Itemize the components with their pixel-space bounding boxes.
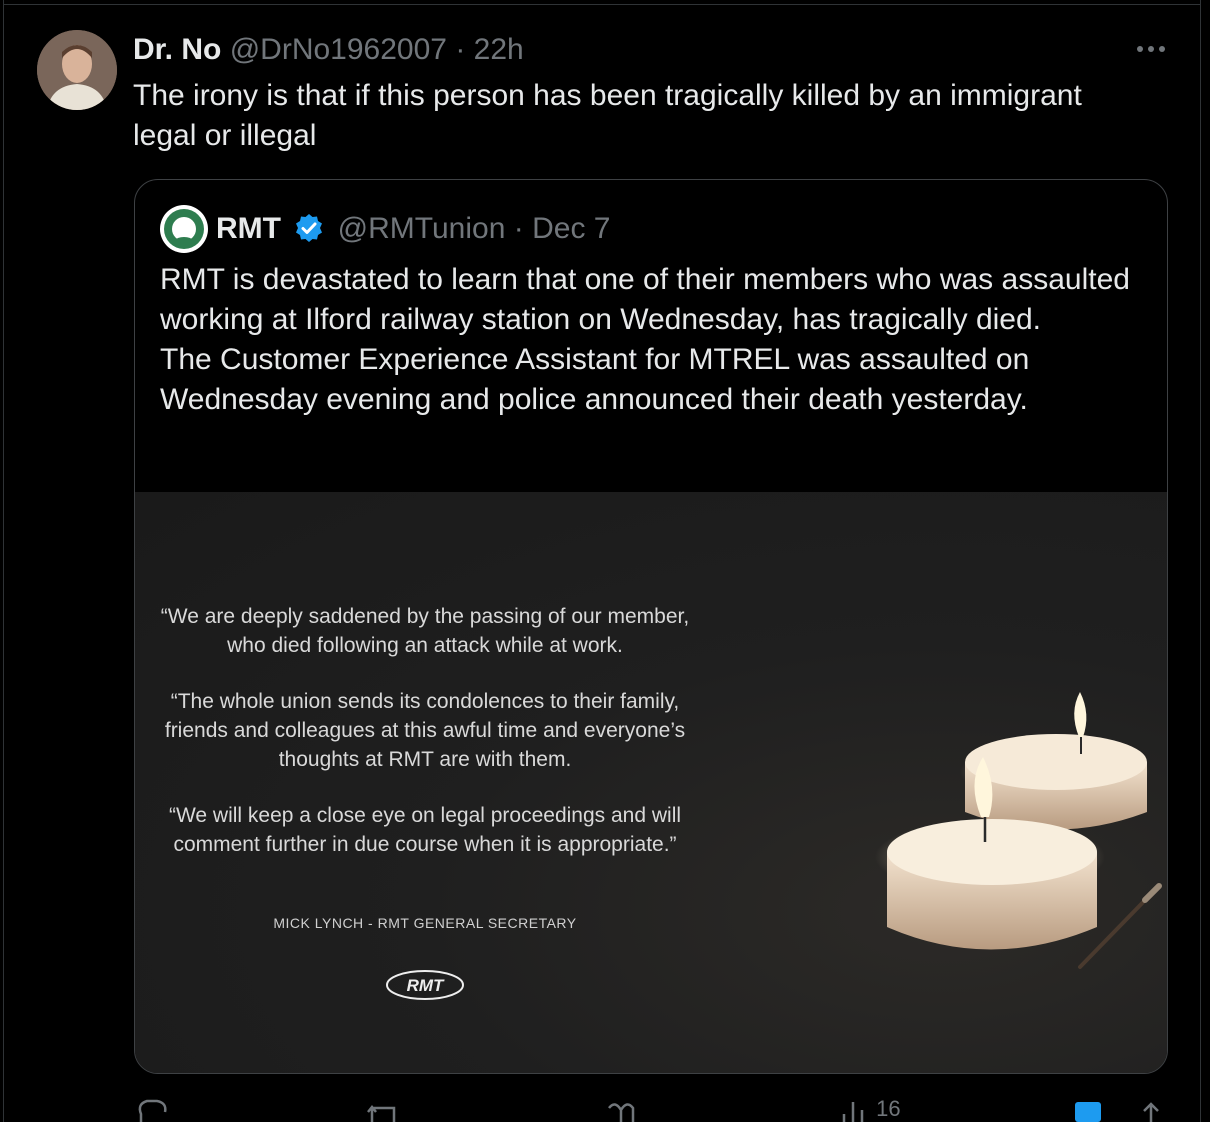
like-icon[interactable] <box>604 1096 638 1122</box>
views-button[interactable]: 16 <box>840 1096 901 1122</box>
media-quote-2: “The whole union sends its condolences t… <box>164 690 686 771</box>
column-border-right <box>1200 0 1201 1122</box>
header-separator: · <box>455 33 466 66</box>
bookmark-icon[interactable] <box>1074 1096 1102 1122</box>
svg-text:RMT: RMT <box>407 976 445 995</box>
quote-avatar[interactable] <box>160 205 208 253</box>
quote-date[interactable]: Dec 7 <box>532 212 610 245</box>
quote-separator: · <box>513 212 524 245</box>
column-border-left <box>3 0 4 1122</box>
quote-media-image[interactable]: “We are deeply saddened by the passing o… <box>135 492 1167 1073</box>
quote-header: RMT @RMTunion · Dec 7 <box>216 208 610 250</box>
share-icon[interactable] <box>1138 1096 1164 1122</box>
candles-illustration <box>735 682 1167 1073</box>
action-bar: 16 <box>0 1096 1210 1122</box>
more-icon[interactable] <box>1133 34 1169 64</box>
quoted-tweet[interactable]: RMT @RMTunion · Dec 7 RMT is devastated … <box>134 179 1168 1074</box>
verified-icon <box>293 212 325 244</box>
column-border-top <box>3 4 1201 5</box>
author-name[interactable]: Dr. No <box>133 33 221 66</box>
media-quote-3: “We will keep a close eye on legal proce… <box>168 804 682 856</box>
retweet-icon[interactable] <box>366 1096 400 1122</box>
quote-author-name[interactable]: RMT <box>216 212 281 245</box>
views-count: 16 <box>876 1096 901 1121</box>
quote-handle[interactable]: @RMTunion <box>338 212 506 245</box>
tweet-text: The irony is that if this person has bee… <box>133 79 1082 152</box>
reply-icon[interactable] <box>135 1096 169 1122</box>
rmt-logo: RMT <box>385 967 465 1003</box>
views-icon <box>840 1096 876 1122</box>
media-signature: MICK LYNCH - RMT GENERAL SECRETARY <box>273 915 577 931</box>
author-avatar[interactable] <box>37 30 117 110</box>
quote-text: RMT is devastated to learn that one of t… <box>160 263 1130 416</box>
author-handle[interactable]: @DrNo1962007 <box>230 33 447 66</box>
media-quote-1: “We are deeply saddened by the passing o… <box>160 605 690 657</box>
tweet-header: Dr. No @DrNo1962007 · 22h <box>133 30 524 70</box>
tweet-time[interactable]: 22h <box>474 33 524 66</box>
